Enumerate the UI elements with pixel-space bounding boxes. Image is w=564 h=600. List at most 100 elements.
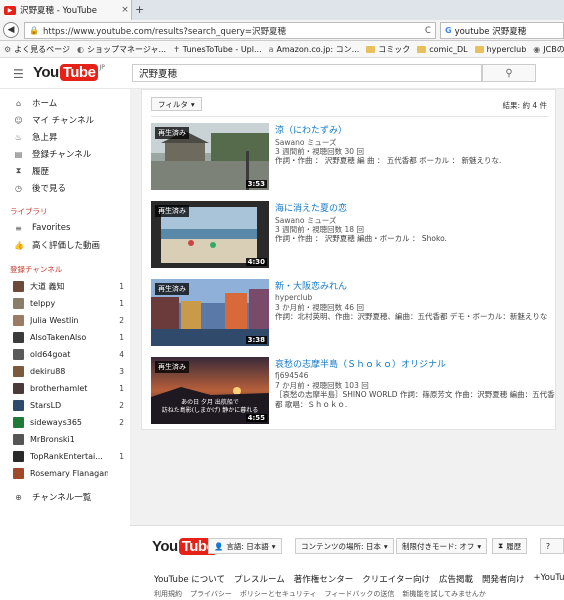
result-count: 結果: 約 4 件	[502, 101, 547, 110]
footer-link[interactable]: 広告掲載	[439, 573, 473, 585]
bookmark-folder[interactable]: コミック	[366, 44, 410, 55]
sidebar-subscription-item[interactable]: brotherhamlet 1	[0, 381, 130, 396]
footer-link[interactable]: 利用規約	[154, 589, 182, 599]
bookmark-jcb-icon: ◉	[533, 44, 541, 54]
video-title[interactable]: 新・大阪恋みれん	[275, 279, 347, 292]
footer-link[interactable]: プライバシー	[190, 589, 232, 599]
avatar	[13, 434, 24, 445]
folder-icon	[366, 45, 376, 53]
footer-link[interactable]: YouTube について	[154, 573, 225, 585]
footer-link[interactable]: 著作権センター	[294, 573, 354, 585]
sidebar-subscription-item[interactable]: old64goat 4	[0, 347, 130, 362]
sidebar-item-my-channel[interactable]: ☺ マイ チャンネル	[0, 112, 130, 128]
url-field[interactable]: 🔒 https://www.youtube.com/results?search…	[24, 22, 436, 39]
video-thumbnail[interactable]: 再生済み 3:38	[151, 279, 269, 346]
video-description: 作詞・作曲 ： 沢野夏穂 編曲・ボーカル ： Shoko.	[275, 234, 447, 243]
video-thumbnail[interactable]: 再生済み 4:30	[151, 201, 269, 268]
bookmark-item[interactable]: ✝ TunesToTube - Upl...	[173, 45, 262, 54]
sidebar-subscription-item[interactable]: AlsoTakenAlso 1	[0, 330, 130, 345]
video-duration: 3:38	[245, 336, 267, 344]
bookmark-item[interactable]: ◉JCBの会員専用WE	[533, 44, 564, 55]
subscription-name: Julia Westlin	[30, 316, 79, 325]
avatar	[13, 400, 24, 411]
subscription-count: 2	[119, 401, 124, 410]
language-icon: 👤	[214, 541, 224, 551]
hourglass-icon: ⧗	[498, 541, 504, 550]
bookmark-label: TunesToTube - Upl...	[182, 44, 262, 54]
browser-search-text: youtube 沢野夏穂	[454, 26, 527, 37]
footer-link[interactable]: クリエイター向け	[362, 573, 430, 585]
location-button[interactable]: コンテンツの場所: 日本 ▾	[295, 538, 394, 554]
watched-badge: 再生済み	[155, 283, 189, 295]
sidebar-item-subscriptions[interactable]: ▤ 登録チャンネル	[0, 146, 130, 162]
sidebar-item-history[interactable]: ⧗ 履歴	[0, 163, 130, 179]
bookmark-item[interactable]: ◐ ショップマネージャ...	[77, 44, 166, 55]
avatar	[13, 468, 24, 479]
thumbnail-caption: 訪ねた島影(しまかげ) 静かに暮れる	[161, 407, 259, 414]
hourglass-icon: ⧗	[15, 166, 22, 175]
footer-link[interactable]: 新機能を試してみませんか	[402, 589, 486, 599]
back-button[interactable]: ◀	[3, 22, 19, 38]
menu-icon[interactable]: ☰	[13, 67, 24, 81]
google-icon: G	[445, 26, 452, 35]
video-result: 再生済み 3:38 新・大阪恋みれん hyperclub 3 か月前・視聴回数 …	[151, 279, 551, 347]
chevron-down-icon: ▾	[477, 541, 482, 551]
footer-link[interactable]: 開発者向け	[482, 573, 525, 585]
divider	[151, 116, 549, 117]
sidebar-subscription-item[interactable]: Rosemary Flanagan	[0, 466, 130, 481]
sidebar-subscription-item[interactable]: dekiru88 3	[0, 364, 130, 379]
search-results: フィルタ ▾ 結果: 約 4 件 再生済み 3:53 涼（にわたずみ） Sawan…	[141, 89, 556, 430]
video-thumbnail[interactable]: 再生済み 3:53	[151, 123, 269, 190]
button-label: コンテンツの場所: 日本	[301, 541, 381, 551]
video-channel[interactable]: fj694546	[275, 371, 308, 380]
youtube-logo[interactable]: You Tube JP	[33, 64, 105, 81]
reload-button[interactable]: C	[421, 26, 435, 36]
video-title[interactable]: 涼（にわたずみ）	[275, 123, 347, 136]
browser-search-field[interactable]: G youtube 沢野夏穂	[440, 22, 564, 39]
footer-link[interactable]: ポリシーとセキュリティ	[240, 589, 317, 599]
sidebar-item-home[interactable]: ⌂ ホーム	[0, 95, 130, 111]
sidebar-subscription-item[interactable]: StarsLD 2	[0, 398, 130, 413]
sidebar-subscription-item[interactable]: sideways365 2	[0, 415, 130, 430]
footer-link[interactable]: +YouTube	[533, 573, 564, 585]
sidebar-label: 後で見る	[32, 184, 67, 194]
bookmark-folder[interactable]: comic_DL	[417, 45, 468, 54]
video-thumbnail[interactable]: 再生済み あの日 夕月 出航船で 訪ねた島影(しまかげ) 静かに暮れる 4:55	[151, 357, 269, 424]
sidebar-item-favorites[interactable]: ≡ Favorites	[0, 220, 130, 236]
language-button[interactable]: 👤 言語: 日本語 ▾	[208, 538, 282, 554]
sidebar-subscription-item[interactable]: Julia Westlin 2	[0, 313, 130, 328]
restricted-mode-button[interactable]: 制限付きモード: オフ ▾	[396, 538, 488, 554]
sidebar-label: 急上昇	[32, 133, 58, 143]
filter-button[interactable]: フィルタ ▾	[151, 97, 202, 111]
history-button[interactable]: ⧗ 履歴	[492, 538, 528, 554]
help-button[interactable]: ?	[540, 538, 564, 554]
footer-link[interactable]: フィードバックの送信	[324, 589, 394, 599]
bookmark-label: Amazon.co.jp: コン...	[276, 44, 360, 54]
sidebar-subscription-item[interactable]: MrBronski1	[0, 432, 130, 447]
avatar	[13, 366, 24, 377]
sidebar-item-liked[interactable]: 👍 高く評価した動画	[0, 237, 130, 253]
footer-link[interactable]: プレスルーム	[234, 573, 285, 585]
search-input[interactable]: 沢野夏穂	[132, 64, 482, 82]
sidebar-subscription-item[interactable]: 大道 義知 1	[0, 279, 130, 294]
video-duration: 3:53	[245, 180, 267, 188]
subscription-name: MrBronski1	[30, 435, 75, 444]
bookmark-label: コミック	[378, 44, 411, 54]
sidebar-item-watch-later[interactable]: ◷ 後で見る	[0, 180, 130, 196]
video-title[interactable]: 哀愁の志摩半島（Ｓｈｏｋｏ）オリジナル	[275, 357, 446, 370]
tab-close-icon[interactable]: ×	[119, 5, 131, 15]
sidebar-item-trending[interactable]: ♨ 急上昇	[0, 129, 130, 145]
footer: You Tube 👤 言語: 日本語 ▾ コンテンツの場所: 日本 ▾ 制限付きモード…	[130, 525, 564, 600]
sidebar-item-channel-list[interactable]: ⊕ チャンネル一覧	[0, 489, 130, 505]
video-title[interactable]: 海に消えた夏の恋	[275, 201, 347, 214]
sidebar-subscription-item[interactable]: TopRankEntertai... 1	[0, 449, 130, 464]
bookmark-item[interactable]: ⚙ よく見るページ	[4, 44, 70, 55]
sidebar-subscription-item[interactable]: telppy 1	[0, 296, 130, 311]
bookmark-item[interactable]: a Amazon.co.jp: コン...	[269, 44, 360, 55]
bookmark-folder[interactable]: hyperclub	[474, 45, 526, 54]
logo-tube: Tube	[59, 64, 99, 81]
search-button[interactable]: ⚲	[482, 64, 536, 82]
new-tab-button[interactable]: +	[135, 3, 144, 16]
video-channel[interactable]: hyperclub	[275, 293, 312, 302]
browser-tab[interactable]: ▶ 沢野夏穂 - YouTube ×	[0, 0, 132, 20]
